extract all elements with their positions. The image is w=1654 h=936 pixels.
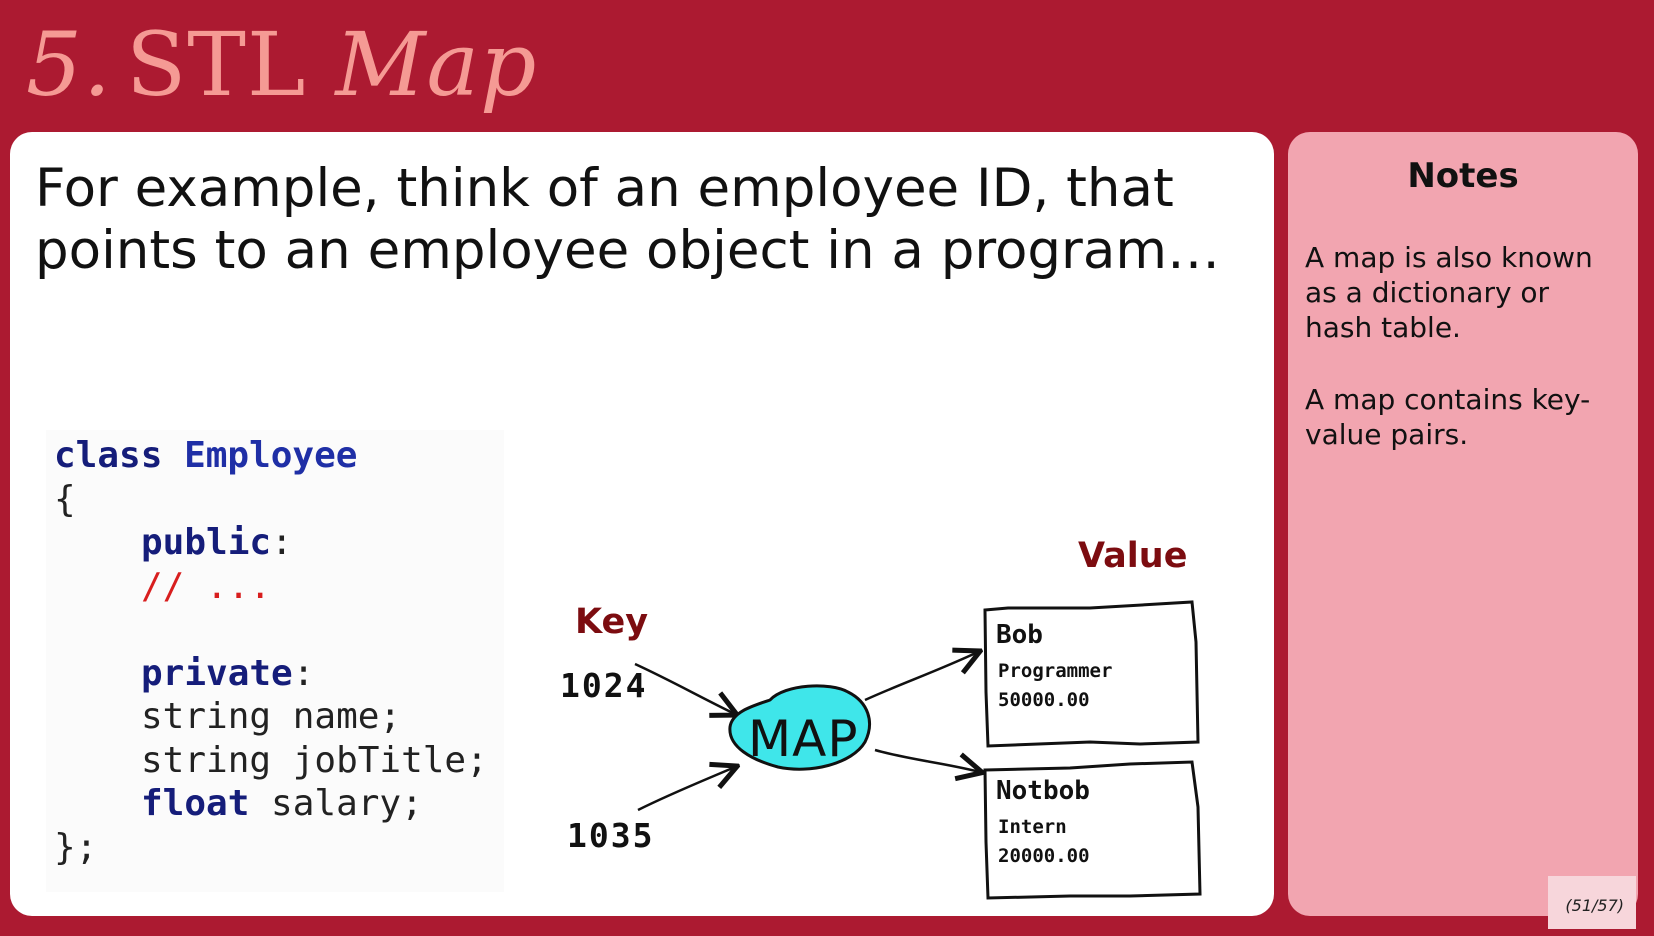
notes-paragraph-2: A map contains key-value pairs. <box>1305 383 1591 451</box>
title-number: 5. <box>26 13 112 116</box>
code-line: class Employee <box>46 434 504 478</box>
value-2-title: Intern <box>998 816 1067 838</box>
code-keyword: class <box>54 435 163 476</box>
code-line: { <box>54 478 76 520</box>
map-diagram: Value Key 1024 1035 MAP Bob Programmer 5… <box>530 402 1270 922</box>
arrow-map-to-value2 <box>874 748 980 772</box>
code-line: float salary; <box>46 782 504 826</box>
code-punct: : <box>271 522 293 563</box>
value-2-name: Notbob <box>996 776 1090 806</box>
code-text: salary; <box>249 783 423 824</box>
code-keyword: private <box>141 652 293 694</box>
arrow-key2-to-map <box>637 767 735 812</box>
title-stl: STL <box>125 13 307 116</box>
code-comment: // ... <box>141 565 272 607</box>
code-block: class Employee { public: // ... private:… <box>46 430 504 892</box>
notes-paragraph-1: A map is also known as a dictionary or h… <box>1305 241 1593 344</box>
notes-panel: Notes A map is also known as a dictionar… <box>1288 132 1638 916</box>
map-label: MAP <box>748 710 859 768</box>
arrow-map-to-value1 <box>864 652 978 702</box>
value-2-salary: 20000.00 <box>998 845 1090 867</box>
notes-title: Notes <box>1407 156 1519 196</box>
arrow-key1-to-map <box>634 662 735 714</box>
main-content-panel: For example, think of an employee ID, th… <box>10 132 1274 916</box>
code-line: string name; <box>141 696 402 737</box>
page-counter: (51/57) <box>1548 876 1636 929</box>
value-1-salary: 50000.00 <box>998 689 1090 711</box>
slide-title: 5. STL Map <box>26 8 537 128</box>
code-keyword: public <box>141 522 272 563</box>
code-keyword: float <box>141 783 250 824</box>
key-label: Key <box>575 602 649 642</box>
code-line: }; <box>54 826 98 868</box>
main-text: For example, think of an employee ID, th… <box>35 158 1220 281</box>
code-class-name: Employee <box>184 435 358 476</box>
value-label: Value <box>1078 536 1188 576</box>
code-line: public: <box>46 521 504 565</box>
code-line: string jobTitle; <box>141 739 488 781</box>
key-1024: 1024 <box>560 666 648 705</box>
value-1-title: Programmer <box>998 660 1113 682</box>
value-1-name: Bob <box>996 620 1043 650</box>
key-1035: 1035 <box>567 816 655 855</box>
title-map: Map <box>335 13 538 116</box>
code-line: private: <box>46 652 504 696</box>
code-punct: : <box>292 652 315 694</box>
